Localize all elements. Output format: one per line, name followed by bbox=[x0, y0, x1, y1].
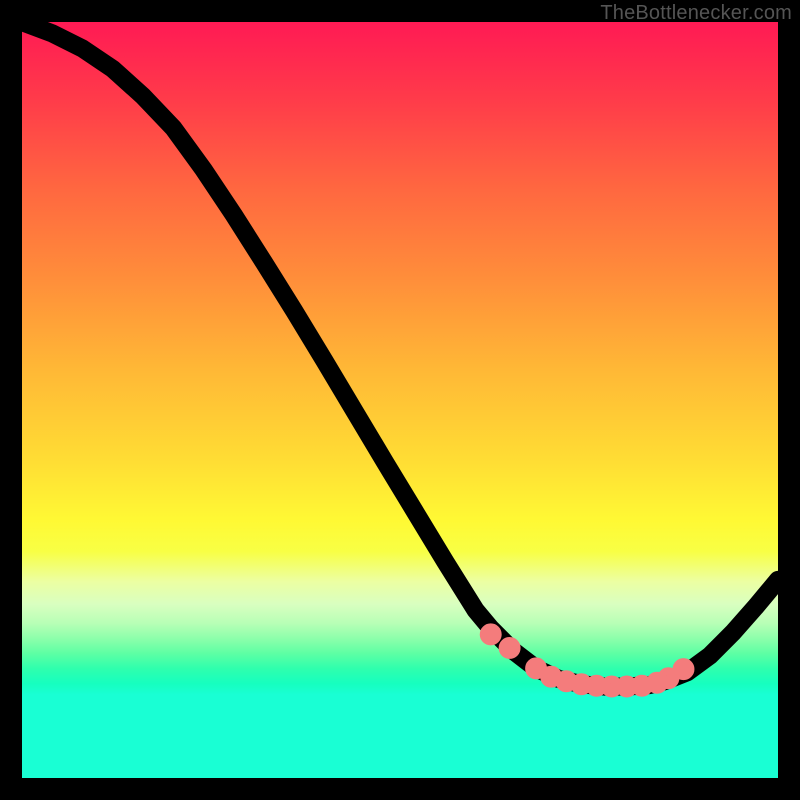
source-watermark: TheBottlenecker.com bbox=[600, 2, 792, 25]
chart-frame: TheBottlenecker.com bbox=[0, 0, 800, 800]
curve-marker-dot bbox=[484, 627, 498, 641]
curve-marker-dot bbox=[676, 662, 690, 676]
bottleneck-curve bbox=[22, 22, 778, 687]
curve-layer bbox=[22, 22, 778, 778]
plot-area bbox=[22, 22, 778, 778]
curve-marker-dot bbox=[502, 641, 516, 655]
